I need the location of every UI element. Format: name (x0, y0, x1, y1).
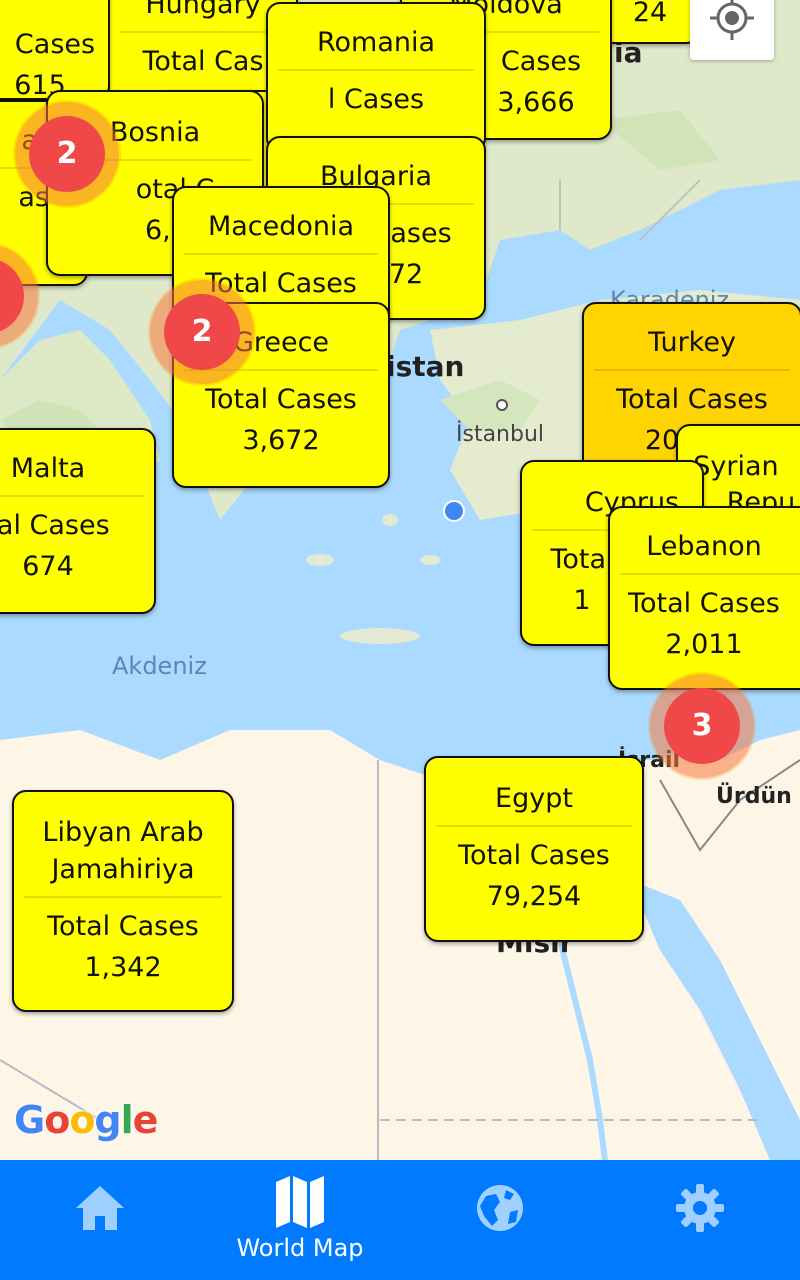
world-map[interactable]: Karadeniz Akdeniz İstanbul istan İsrail … (0, 0, 800, 1160)
cluster-marker[interactable]: 2 (150, 280, 254, 384)
card-divider (0, 495, 144, 497)
card-total-value: 3,672 (242, 425, 320, 456)
country-card-left-top[interactable]: Cases 615 (0, 0, 110, 100)
card-divider (184, 253, 378, 255)
country-card-romania[interactable]: Romania l Cases (266, 2, 486, 152)
card-divider (594, 369, 790, 371)
cluster-count (0, 258, 24, 334)
home-icon (76, 1186, 124, 1230)
nav-home[interactable] (0, 1160, 200, 1280)
cluster-count: 2 (164, 294, 240, 370)
card-total-label: Total Cases (616, 384, 768, 415)
card-total-value: 1,342 (84, 952, 162, 983)
cluster-count: 3 (664, 688, 740, 764)
country-card-libya[interactable]: Libyan Arab Jamahiriya Total Cases 1,342 (12, 790, 234, 1012)
card-country-name: Macedonia (207, 211, 355, 242)
globe-icon (477, 1185, 523, 1231)
bottom-navigation-bar: World Map (0, 1160, 800, 1280)
nav-world-map[interactable]: World Map (200, 1160, 400, 1280)
card-divider (278, 69, 474, 71)
card-country-name: Egypt (495, 783, 573, 814)
card-total-label: l Cases (327, 84, 425, 115)
card-divider (120, 31, 286, 33)
card-total-value: 79,254 (486, 881, 582, 912)
nav-settings[interactable] (600, 1160, 800, 1280)
card-total-label: Total Cases (205, 384, 357, 415)
card-total-label: Total Cases (628, 588, 780, 619)
current-location-marker (443, 500, 465, 522)
map-label-jordan: Ürdün (716, 784, 792, 809)
crosshair-icon (710, 0, 754, 40)
country-card-malta[interactable]: Malta tal Cases 674 (0, 428, 156, 614)
card-total-value: 674 (22, 551, 74, 582)
card-country-name: Turkey (648, 327, 736, 358)
gear-icon (676, 1184, 724, 1232)
card-total-label: Cases (14, 29, 96, 60)
card-divider (620, 573, 800, 575)
country-card-lebanon[interactable]: Lebanon Total Cases 2,011 (608, 506, 800, 690)
country-card-top-right[interactable]: 24 (600, 0, 700, 44)
card-country-name: Romania (316, 27, 436, 58)
country-card-egypt[interactable]: Egypt Total Cases 79,254 (424, 756, 644, 942)
cluster-marker[interactable]: 3 (650, 674, 754, 778)
map-icon (276, 1176, 324, 1228)
card-total-label: tal Cases (0, 510, 110, 541)
card-country-name: Libyan Arab (42, 817, 204, 848)
card-country-name: Malta (10, 453, 86, 484)
map-label-istanbul: İstanbul (456, 422, 545, 447)
map-label-turkey-partial: istan (386, 350, 465, 383)
my-location-button[interactable] (690, 0, 774, 60)
card-divider (436, 825, 632, 827)
card-value: 24 (632, 0, 668, 28)
card-country-name-line2: Jamahiriya (51, 854, 195, 885)
card-divider (24, 896, 222, 898)
google-logo: Google (14, 1098, 158, 1142)
nav-world-map-label: World Map (236, 1234, 364, 1262)
cluster-count: 2 (29, 116, 105, 192)
card-country-name: Lebanon (646, 531, 762, 562)
card-total-label: Total Cases (458, 840, 610, 871)
cluster-marker[interactable]: 2 (15, 102, 119, 206)
nav-globe[interactable] (400, 1160, 600, 1280)
card-total-value: 2,011 (665, 629, 743, 660)
map-label-mediterranean: Akdeniz (112, 652, 207, 680)
card-total-label: Total Cases (47, 911, 199, 942)
